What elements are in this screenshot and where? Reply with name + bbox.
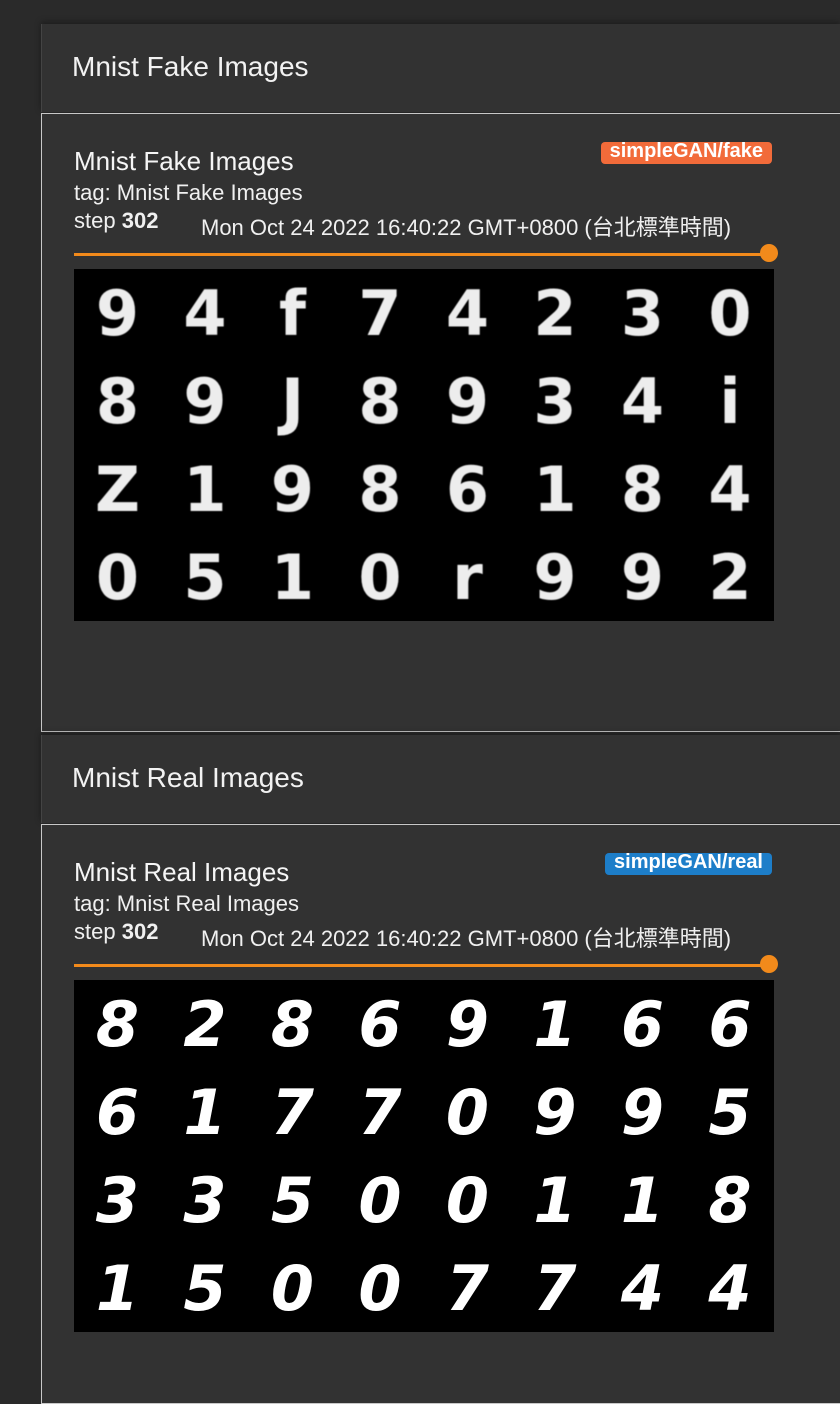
digit-sample-fake: 0	[95, 540, 140, 614]
card-title: Mnist Fake Images	[74, 146, 294, 176]
run-badge-label: simpleGAN/real	[614, 853, 763, 873]
digit-sample-fake: 1	[270, 540, 315, 614]
digit-sample-real: 9	[533, 1075, 577, 1149]
digit-sample-real: 3	[183, 1163, 227, 1237]
digit-sample-fake: 8	[358, 452, 402, 526]
digit-sample-fake: 7	[358, 276, 402, 350]
digit-sample-real: 4	[708, 1251, 752, 1325]
run-badge-label: simpleGAN/fake	[609, 142, 763, 162]
digit-sample-real: 2	[183, 987, 227, 1061]
digit-sample-real: 6	[620, 987, 665, 1061]
sample-image-grid[interactable]: 94f7423089J8934iZ19861840510r992	[74, 269, 774, 621]
digit-sample-real: 3	[95, 1163, 140, 1237]
digit-sample-fake: 6	[445, 452, 490, 526]
digit-sample-fake: 2	[533, 276, 577, 350]
card-tag: tag: Mnist Fake Images	[74, 180, 303, 205]
step-value: 302	[121, 919, 159, 944]
digit-sample-real: 0	[445, 1075, 490, 1149]
digit-sample-fake: 4	[620, 364, 665, 438]
digit-sample-fake: Z	[95, 452, 140, 526]
digit-sample-fake: 8	[358, 364, 402, 438]
digit-sample-real: 1	[620, 1163, 665, 1237]
digit-sample-real: 6	[95, 1075, 140, 1149]
digit-sample-real: 1	[95, 1251, 140, 1325]
digit-sample-real: 1	[533, 987, 577, 1061]
digit-sample-fake: 9	[445, 364, 490, 438]
section-header-fake[interactable]: Mnist Fake Images	[41, 24, 840, 112]
digit-sample-fake: 4	[708, 452, 752, 526]
image-card-fake: Mnist Fake Images simpleGAN/fake tag: Mn…	[41, 113, 840, 732]
wall-time: Mon Oct 24 2022 16:40:22 GMT+0800 (台北標準時…	[201, 215, 732, 240]
digit-sample-real: 9	[445, 987, 490, 1061]
digit-sample-fake: f	[279, 276, 306, 350]
digit-sample-fake: 9	[620, 540, 665, 614]
digit-sample-fake: 1	[533, 452, 577, 526]
digit-sample-real: 9	[620, 1075, 665, 1149]
step-slider-track[interactable]	[74, 253, 769, 256]
run-badge: simpleGAN/real	[605, 853, 772, 875]
section-header-real[interactable]: Mnist Real Images	[41, 735, 840, 823]
digit-sample-fake: 1	[183, 452, 227, 526]
step-label: step	[74, 208, 116, 233]
step-slider-thumb[interactable]	[760, 955, 778, 973]
card-title: Mnist Real Images	[74, 857, 290, 887]
card-tag: tag: Mnist Real Images	[74, 891, 299, 916]
digit-sample-real: 4	[620, 1251, 665, 1325]
digit-sample-fake: J	[280, 364, 305, 438]
digit-sample-real: 6	[708, 987, 752, 1061]
step-slider-track[interactable]	[74, 964, 769, 967]
digit-sample-real: 5	[270, 1163, 315, 1237]
step-value: 302	[121, 208, 159, 233]
digit-sample-real: 5	[708, 1075, 752, 1149]
image-card-real: Mnist Real Images simpleGAN/real tag: Mn…	[41, 824, 840, 1404]
digit-sample-real: 5	[183, 1251, 227, 1325]
digit-sample-fake: 9	[183, 364, 227, 438]
digit-sample-fake: 2	[708, 540, 752, 614]
digit-sample-fake: 8	[620, 452, 665, 526]
digit-sample-real: 0	[358, 1251, 402, 1325]
step-slider-thumb[interactable]	[760, 244, 778, 262]
digit-sample-fake: 0	[708, 276, 752, 350]
digit-sample-real: 8	[708, 1163, 752, 1237]
digit-sample-real: 0	[445, 1163, 490, 1237]
digit-sample-real: 1	[533, 1163, 577, 1237]
digit-sample-fake: 8	[95, 364, 140, 438]
wall-time: Mon Oct 24 2022 16:40:22 GMT+0800 (台北標準時…	[201, 926, 732, 951]
section-title: Mnist Real Images	[72, 762, 304, 793]
digit-sample-real: 7	[533, 1251, 577, 1325]
digit-sample-fake: 3	[620, 276, 665, 350]
sample-image-grid[interactable]: 82869166617709953350011815007744	[74, 980, 774, 1332]
digit-sample-fake: 9	[533, 540, 577, 614]
step-indicator: step 302	[74, 919, 158, 945]
step-indicator: step 302	[74, 208, 158, 234]
digit-sample-fake: 9	[270, 452, 315, 526]
digit-sample-real: 8	[95, 987, 140, 1061]
digit-sample-real: 7	[270, 1075, 315, 1149]
digit-sample-fake: 5	[183, 540, 227, 614]
digit-sample-fake: 0	[358, 540, 402, 614]
digit-sample-fake: r	[452, 540, 483, 614]
digit-sample-fake: 9	[95, 276, 140, 350]
digit-sample-fake: 4	[445, 276, 490, 350]
section-title: Mnist Fake Images	[72, 51, 309, 82]
digit-sample-real: 8	[270, 987, 315, 1061]
digit-sample-real: 1	[183, 1075, 227, 1149]
digit-sample-real: 6	[358, 987, 402, 1061]
digit-sample-fake: i	[719, 364, 741, 438]
digit-sample-fake: 3	[533, 364, 577, 438]
step-label: step	[74, 919, 116, 944]
digit-sample-fake: 4	[183, 276, 227, 350]
digit-sample-real: 0	[270, 1251, 315, 1325]
digit-sample-real: 7	[445, 1251, 490, 1325]
digit-sample-real: 7	[358, 1075, 402, 1149]
run-badge: simpleGAN/fake	[600, 142, 772, 164]
digit-sample-real: 0	[358, 1163, 402, 1237]
